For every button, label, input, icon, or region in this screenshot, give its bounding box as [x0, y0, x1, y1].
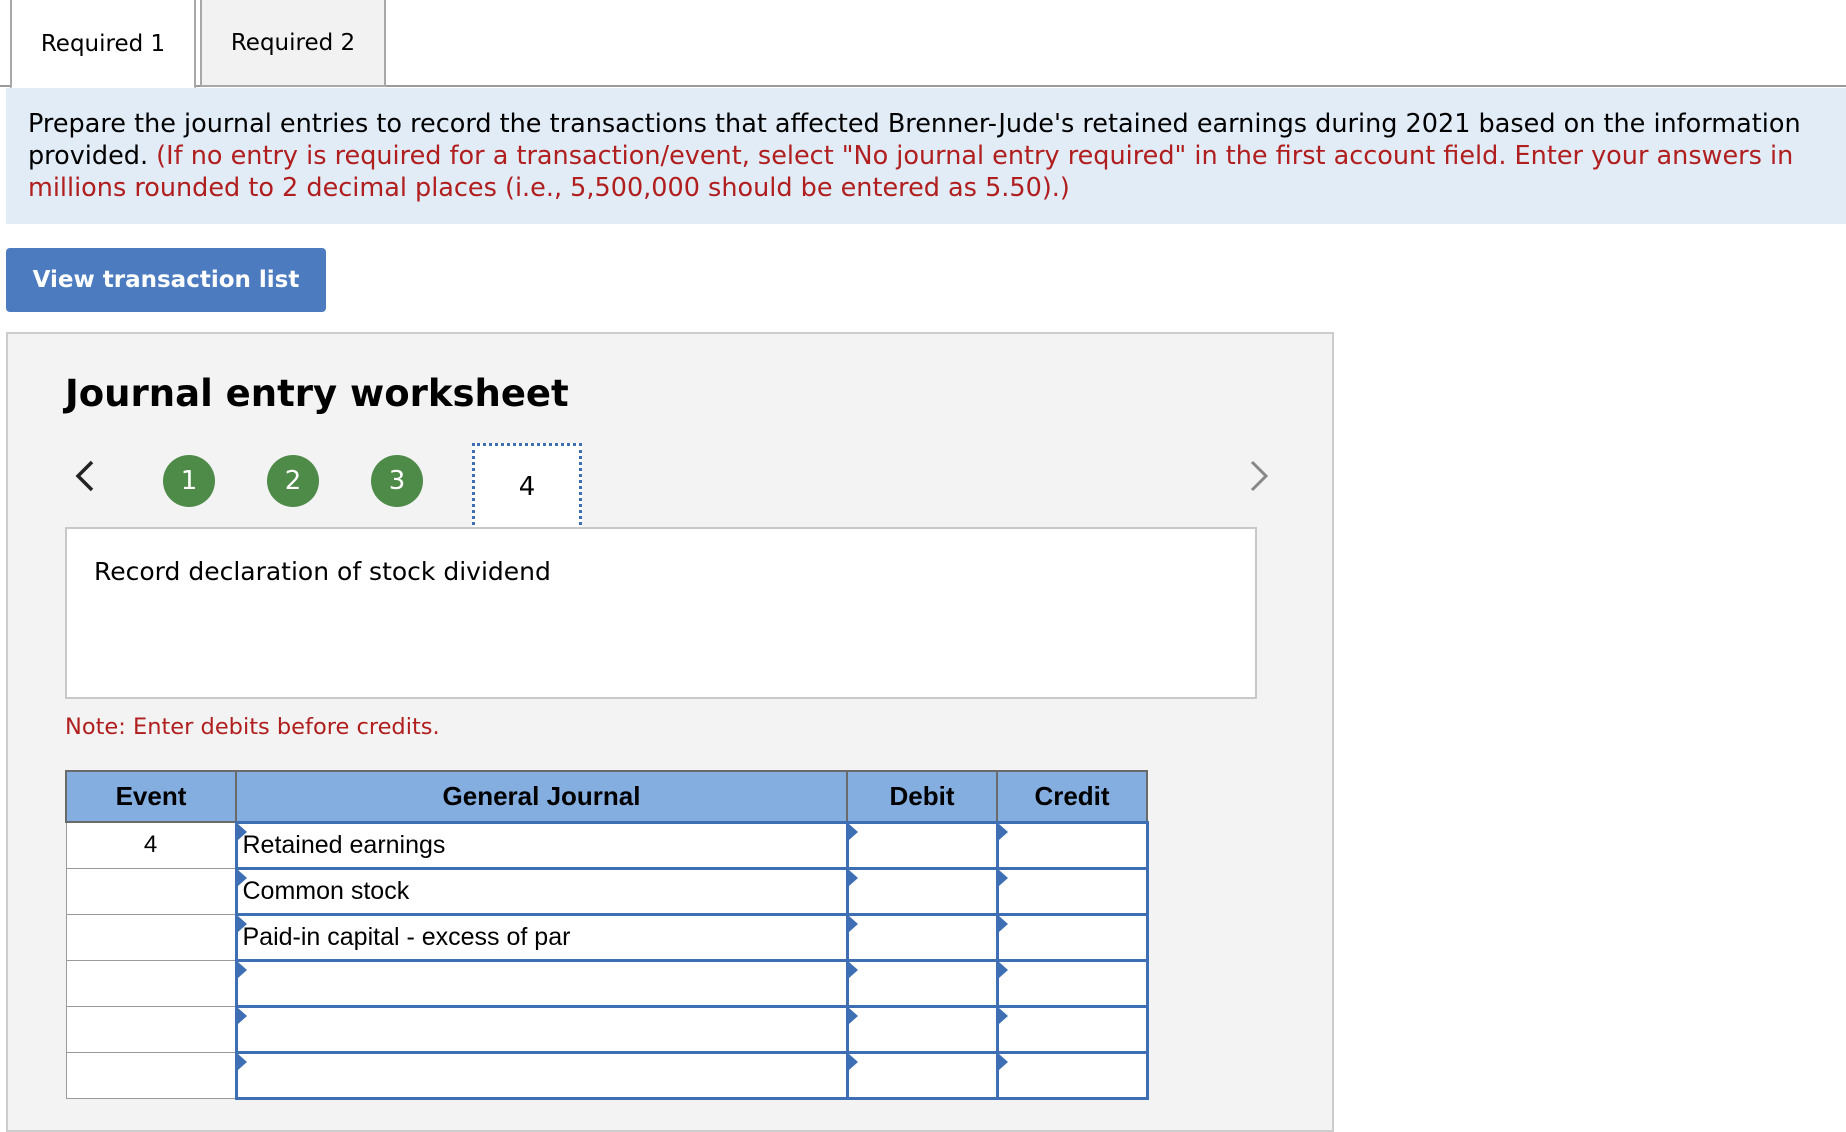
journal-entry-worksheet-panel: Journal entry worksheet 1 2 3 4 Record d… — [6, 332, 1334, 1132]
event-cell — [65, 913, 237, 961]
event-cell — [65, 959, 237, 1007]
table-row: Paid-in capital - excess of par — [65, 912, 1149, 962]
table-row — [65, 1050, 1149, 1100]
header-credit: Credit — [996, 770, 1148, 823]
tab-required-2[interactable]: Required 2 — [200, 0, 386, 87]
debit-input[interactable] — [845, 958, 999, 1008]
step-3-button[interactable]: 3 — [371, 455, 423, 507]
credit-input[interactable] — [995, 1050, 1149, 1100]
instructions-note: (If no entry is required for a transacti… — [28, 141, 1794, 203]
account-select[interactable]: Common stock — [234, 866, 849, 916]
tab-bar: Required 1 Required 2 — [0, 0, 1846, 89]
transaction-description: Record declaration of stock dividend — [65, 527, 1257, 699]
debit-input[interactable] — [845, 1004, 999, 1054]
table-row — [65, 1004, 1149, 1054]
table-row: 4 Retained earnings — [65, 820, 1149, 870]
credit-input[interactable] — [995, 866, 1149, 916]
table-row: Common stock — [65, 866, 1149, 916]
event-cell: 4 — [65, 821, 237, 869]
tab-required-1[interactable]: Required 1 — [10, 0, 196, 89]
event-cell — [65, 1051, 237, 1099]
header-debit: Debit — [846, 770, 998, 823]
account-select[interactable] — [234, 1050, 849, 1100]
account-select[interactable] — [234, 958, 849, 1008]
account-value: Paid-in capital - excess of par — [242, 923, 571, 951]
event-cell — [65, 867, 237, 915]
step-1-button[interactable]: 1 — [163, 455, 215, 507]
general-journal-table: Event General Journal Debit Credit 4 Ret… — [65, 770, 1149, 1100]
account-value: Retained earnings — [242, 831, 446, 859]
debit-input[interactable] — [845, 912, 999, 962]
header-event: Event — [65, 770, 237, 823]
account-select[interactable]: Paid-in capital - excess of par — [234, 912, 849, 962]
worksheet-title: Journal entry worksheet — [65, 372, 569, 415]
debit-input[interactable] — [845, 1050, 999, 1100]
credit-input[interactable] — [995, 912, 1149, 962]
event-cell — [65, 1005, 237, 1053]
credit-input[interactable] — [995, 1004, 1149, 1054]
chevron-left-icon[interactable] — [70, 456, 100, 496]
instructions-panel: Prepare the journal entries to record th… — [6, 88, 1846, 224]
transaction-description-text: Record declaration of stock dividend — [94, 557, 551, 586]
journal-header-row: Event General Journal Debit Credit — [65, 770, 1148, 823]
debit-input[interactable] — [845, 866, 999, 916]
credit-input[interactable] — [995, 958, 1149, 1008]
header-general-journal: General Journal — [235, 770, 848, 823]
debit-credit-note: Note: Enter debits before credits. — [65, 714, 440, 740]
view-transaction-list-button[interactable]: View transaction list — [6, 248, 326, 312]
debit-input[interactable] — [845, 820, 999, 870]
table-row — [65, 958, 1149, 1008]
account-value: Common stock — [242, 877, 410, 905]
step-4-current[interactable]: 4 — [472, 443, 582, 531]
step-2-button[interactable]: 2 — [267, 455, 319, 507]
credit-input[interactable] — [995, 820, 1149, 870]
chevron-right-icon[interactable] — [1244, 456, 1274, 496]
account-select[interactable]: Retained earnings — [234, 820, 849, 870]
account-select[interactable] — [234, 1004, 849, 1054]
